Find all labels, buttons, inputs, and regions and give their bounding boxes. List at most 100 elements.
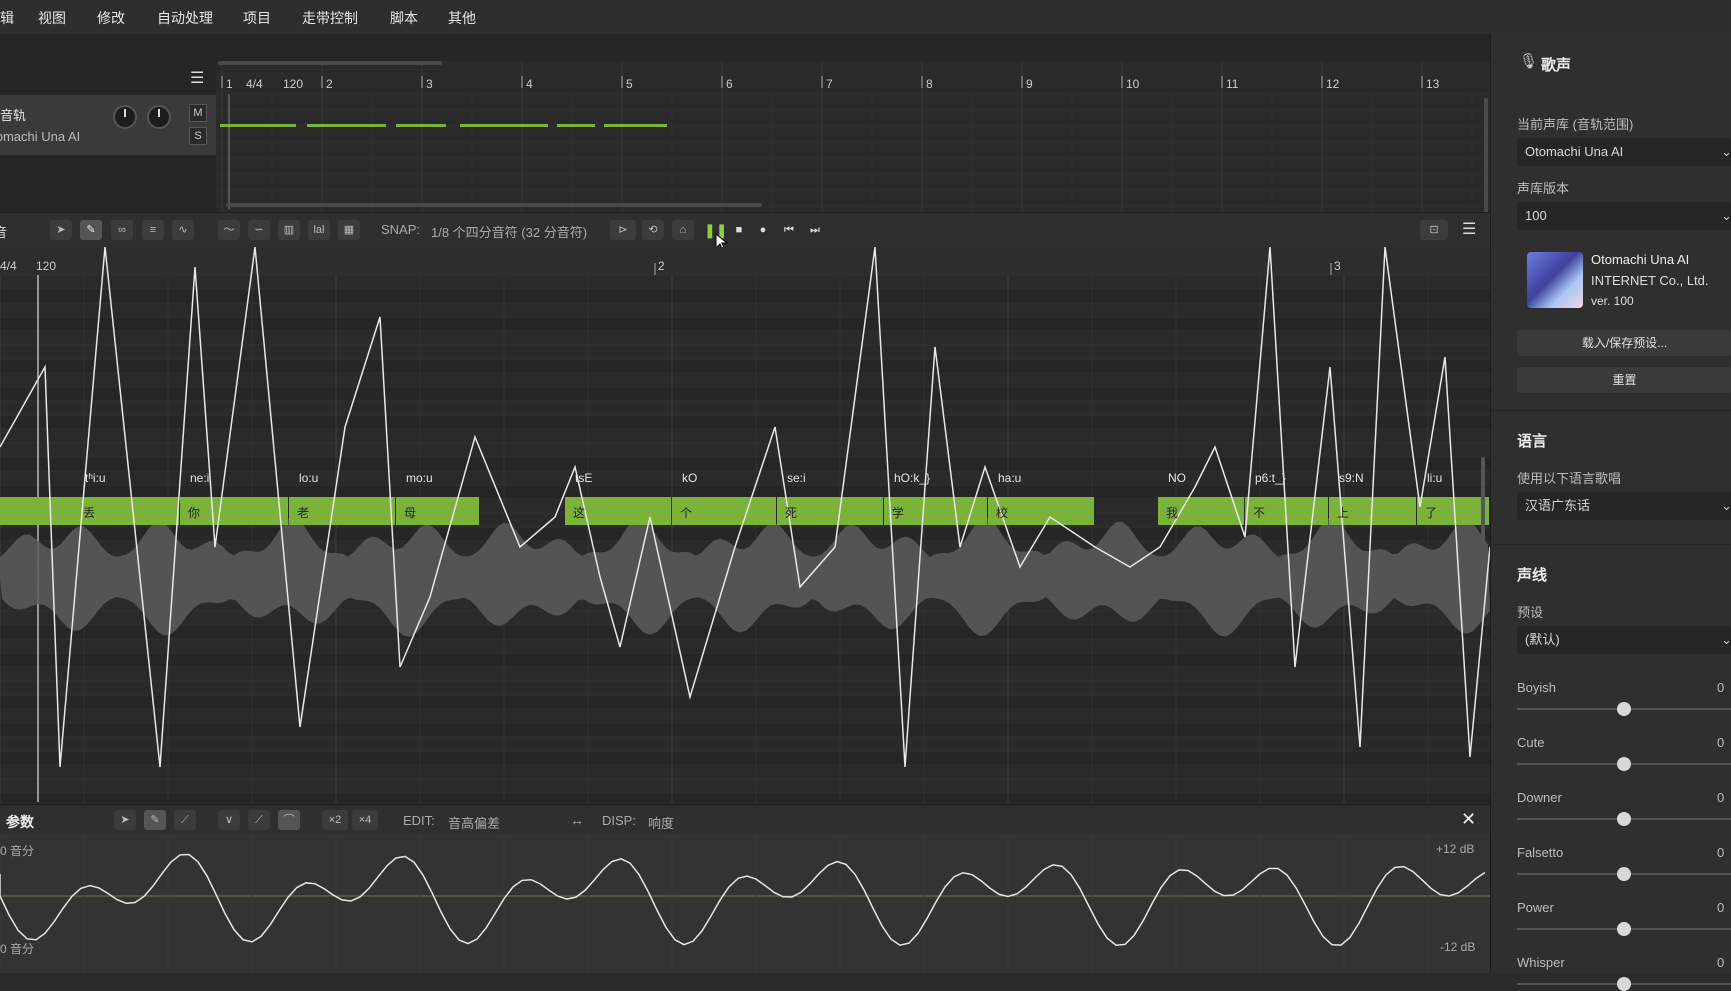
snap-value[interactable]: 1/8 个四分音符 (32 分音符) [431, 222, 587, 241]
track-voice: Otomachi Una AI [0, 129, 81, 144]
version-select-value: 100 [1525, 208, 1547, 223]
menu-modify[interactable]: 修改 [97, 8, 125, 28]
divider [1491, 544, 1731, 545]
track-header[interactable]: 音轨 Otomachi Una AI M S [0, 95, 216, 155]
arr-bar-label: 2 [326, 77, 333, 91]
microphone-icon: 🎙 [1519, 53, 1539, 70]
pianoroll-editor[interactable]: 4/4 120 2 3 丢 tʰi:u 你 ne:i 老 lo:u 母 mo:u 这 tsE 个 kO… [0, 247, 1490, 802]
chevron-down-icon: ⌄ [1721, 208, 1731, 223]
volume-knob[interactable] [113, 105, 137, 129]
note-lyric[interactable]: 上 [1337, 504, 1349, 521]
disp-value[interactable]: 响度 [648, 813, 674, 832]
scroll-lock-icon[interactable]: ⊡ [1420, 220, 1448, 240]
swap-icon[interactable]: ↔ [570, 812, 584, 828]
edit-label: EDIT: [403, 813, 435, 828]
pitch-display-icon[interactable]: 〜 [218, 220, 240, 240]
metronome-icon[interactable]: ⌂ [672, 220, 694, 240]
menu-edit[interactable]: 编辑 [0, 8, 14, 28]
slider-value-cute[interactable]: 0 [1717, 735, 1724, 750]
skip-forward-icon[interactable]: ⏭ [804, 220, 826, 240]
preset-select[interactable]: (默认) ⌄ [1517, 626, 1731, 654]
param-line-icon[interactable]: ⟋ [174, 810, 196, 830]
voicebank-select[interactable]: Otomachi Una AI ⌄ [1517, 138, 1731, 166]
menu-auto-process[interactable]: 自动处理 [157, 8, 213, 28]
param-top-right-label: +12 dB [1436, 842, 1475, 856]
split-tool-icon[interactable]: ≡ [142, 220, 164, 240]
note-lyric[interactable]: 死 [785, 504, 797, 521]
link-tool-icon[interactable]: ∞ [111, 220, 133, 240]
note-lyric[interactable]: 这 [573, 504, 585, 521]
param-ramp-icon[interactable]: ⟋ [248, 810, 270, 830]
menu-project[interactable]: 项目 [243, 8, 271, 28]
param-x4-button[interactable]: ×4 [352, 810, 378, 830]
arr-bar-label: 7 [826, 77, 833, 91]
note-lyric[interactable]: 老 [297, 504, 309, 521]
keyboard-icon[interactable]: ▦ [338, 220, 360, 240]
note-lyric[interactable]: 你 [188, 504, 200, 521]
wave-display-icon[interactable]: ∽ [248, 220, 270, 240]
arr-bar-label: 11 [1226, 77, 1239, 91]
slider-value-downer[interactable]: 0 [1717, 790, 1724, 805]
skip-back-icon[interactable]: ⏮ [778, 220, 800, 240]
note-lyric[interactable]: 校 [996, 504, 1008, 521]
slider-thumb-falsetto[interactable] [1617, 867, 1631, 881]
track-name: 音轨 [0, 108, 27, 123]
slider-thumb-whisper[interactable] [1617, 977, 1631, 991]
slider-thumb-downer[interactable] [1617, 812, 1631, 826]
param-arc-icon[interactable]: ⌒ [278, 810, 300, 830]
param-curve-area[interactable]: 0 音分 0 音分 +12 dB -12 dB [0, 834, 1490, 973]
select-tool-icon[interactable]: ➤ [50, 220, 72, 240]
note-lyric[interactable]: 丢 [83, 504, 95, 521]
slider-value-boyish[interactable]: 0 [1717, 680, 1724, 695]
arrangement-view[interactable]: ☰ 4/4 120 1 2 3 4 5 6 7 8 9 10 11 12 13 [0, 34, 1490, 212]
slider-thumb-cute[interactable] [1617, 757, 1631, 771]
menu-lines-icon[interactable]: ☰ [190, 68, 204, 88]
note-lyric[interactable]: 我 [1166, 504, 1178, 521]
follow-playhead-icon[interactable]: ⊳ [610, 220, 636, 240]
note-lyric[interactable]: 母 [404, 504, 416, 521]
note-lyric[interactable]: 了 [1425, 504, 1437, 521]
slider-value-power[interactable]: 0 [1717, 900, 1724, 915]
param-select-icon[interactable]: ➤ [114, 810, 136, 830]
slider-label-downer: Downer [1517, 790, 1562, 805]
edit-value[interactable]: 音高偏差 [448, 813, 500, 832]
note-lyric[interactable]: 学 [892, 504, 904, 521]
pencil-tool-icon[interactable]: ✎ [80, 220, 102, 240]
record-icon[interactable]: ● [752, 220, 774, 240]
preset-select-value: (默认) [1525, 632, 1560, 647]
menu-other[interactable]: 其他 [448, 8, 476, 28]
param-x2-button[interactable]: ×2 [322, 810, 348, 830]
slider-value-falsetto[interactable]: 0 [1717, 845, 1724, 860]
note-phoneme: se:i [787, 471, 806, 485]
note-lyric[interactable]: 个 [680, 504, 692, 521]
reset-button[interactable]: 重置 [1517, 367, 1731, 393]
slider-thumb-power[interactable] [1617, 922, 1631, 936]
note-phoneme: ha:u [998, 471, 1022, 485]
slider-thumb-boyish[interactable] [1617, 702, 1631, 716]
phoneme-icon[interactable]: lal [308, 220, 330, 240]
snap-label: SNAP: [381, 222, 421, 237]
menu-script[interactable]: 脚本 [390, 8, 418, 28]
mute-button[interactable]: M [189, 104, 207, 122]
close-icon[interactable]: ✕ [1461, 809, 1476, 830]
waveform-icon[interactable]: ▥ [278, 220, 300, 240]
note-lyric[interactable]: 不 [1253, 504, 1265, 521]
version-select[interactable]: 100 ⌄ [1517, 202, 1731, 230]
menu-lines-icon-2[interactable]: ☰ [1462, 219, 1476, 239]
solo-button[interactable]: S [189, 127, 207, 145]
chevron-down-icon: ⌄ [1721, 144, 1731, 159]
chevron-down-icon: ⌄ [1721, 498, 1731, 513]
slider-value-whisper[interactable]: 0 [1717, 955, 1724, 970]
slider-label-cute: Cute [1517, 735, 1545, 750]
menu-view[interactable]: 视图 [38, 8, 66, 28]
stop-icon[interactable]: ■ [728, 220, 750, 240]
load-save-preset-button[interactable]: 载入/保存预设... [1517, 330, 1731, 356]
menu-transport[interactable]: 走带控制 [302, 8, 358, 28]
arr-bar-label: 9 [1026, 77, 1033, 91]
loop-icon[interactable]: ⟲ [642, 220, 664, 240]
pan-knob[interactable] [147, 105, 171, 129]
curve-tool-icon[interactable]: ∿ [172, 220, 194, 240]
param-pencil-icon[interactable]: ✎ [144, 810, 166, 830]
language-select[interactable]: 汉语广东话 ⌄ [1517, 492, 1731, 520]
param-vibrato-icon[interactable]: ∨ [218, 810, 240, 830]
